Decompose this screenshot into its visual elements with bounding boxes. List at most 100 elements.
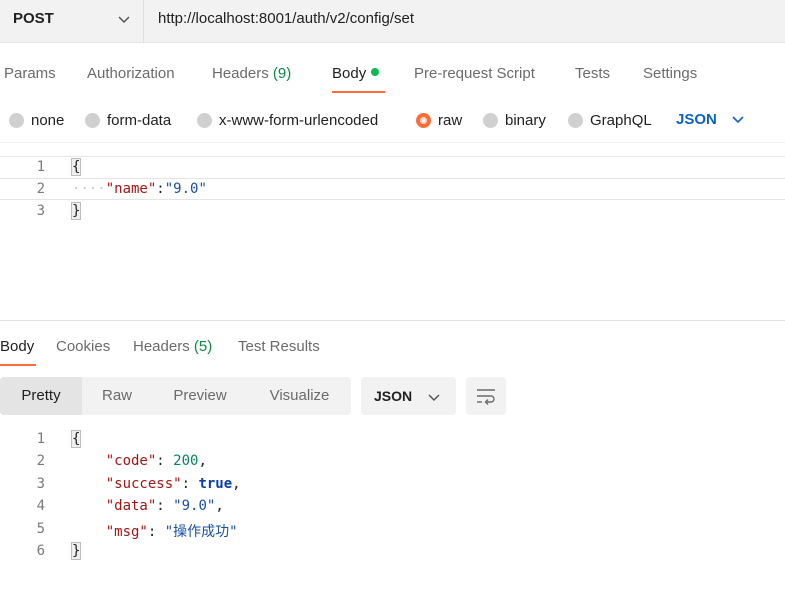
open-brace: { xyxy=(70,430,82,448)
tab-pre-request-script[interactable]: Pre-request Script xyxy=(414,65,535,82)
json-value: "9.0" xyxy=(173,498,216,514)
code-line: 5 "msg": "操作成功" xyxy=(0,519,785,541)
tab-label: Body xyxy=(0,338,35,355)
tab-label: Body xyxy=(332,65,367,82)
method-label: POST xyxy=(13,10,54,27)
tab-label: Test Results xyxy=(238,338,320,355)
raw-language-select[interactable]: JSON xyxy=(676,109,744,129)
active-tab-indicator xyxy=(0,364,36,366)
request-body-editor[interactable]: 1 { 2 ····"name":"9.0" 3 } xyxy=(0,156,785,320)
resp-tab-test-results[interactable]: Test Results xyxy=(238,338,320,355)
chevron-down-icon xyxy=(428,394,440,402)
code-line: 3 } xyxy=(0,201,785,223)
json-key: "success" xyxy=(105,476,182,492)
radio-label: form-data xyxy=(107,111,172,129)
code-line-current: 2 ····"name":"9.0" xyxy=(0,178,785,200)
colon: : xyxy=(156,181,165,197)
url-bar: POST http://localhost:8001/auth/v2/confi… xyxy=(0,0,785,43)
line-number: 2 xyxy=(36,181,45,197)
radio-label: x-www-form-urlencoded xyxy=(219,111,379,129)
tab-label: Headers xyxy=(212,65,269,82)
response-view-toggle: Pretty Raw Preview Visualize xyxy=(0,377,351,415)
radio-label: binary xyxy=(505,111,546,129)
code-line: 3 "success": true, xyxy=(0,474,785,496)
resp-tab-body[interactable]: Body xyxy=(0,338,34,355)
radio-label: none xyxy=(31,111,65,129)
json-key: "name" xyxy=(105,181,157,197)
radio-icon xyxy=(568,112,583,128)
json-key: "data" xyxy=(105,498,157,514)
whitespace-marker: ···· xyxy=(72,181,106,197)
tab-tests[interactable]: Tests xyxy=(575,65,610,82)
radio-selected-icon xyxy=(416,112,431,128)
json-value: "操作成功" xyxy=(164,524,238,540)
chevron-down-icon xyxy=(732,116,744,124)
code-line: 6 } xyxy=(0,541,785,563)
request-tabs: Params Authorization Headers (9) Body Pr… xyxy=(0,43,785,95)
tab-settings[interactable]: Settings xyxy=(643,65,697,82)
view-preview-button[interactable]: Preview xyxy=(152,377,248,415)
open-brace: { xyxy=(70,158,82,176)
resp-tab-headers[interactable]: Headers (5) xyxy=(133,338,212,355)
raw-language-label: JSON xyxy=(676,110,717,128)
line-number: 1 xyxy=(36,159,45,175)
radio-label: raw xyxy=(438,111,463,129)
chevron-down-icon xyxy=(118,16,130,24)
line-number: 6 xyxy=(36,543,45,559)
active-tab-indicator xyxy=(332,91,385,93)
headers-count: (5) xyxy=(193,338,213,355)
radio-icon xyxy=(197,112,212,128)
wrap-lines-button[interactable] xyxy=(466,377,506,415)
tab-label: Authorization xyxy=(87,65,175,82)
radio-label: GraphQL xyxy=(590,111,652,129)
json-value: "9.0" xyxy=(164,181,207,197)
line-number: 4 xyxy=(36,498,45,514)
tab-authorization[interactable]: Authorization xyxy=(87,65,175,82)
response-format-select[interactable]: JSON xyxy=(361,377,456,415)
tab-label: Pre-request Script xyxy=(414,65,535,82)
tab-params[interactable]: Params xyxy=(4,65,56,82)
method-select[interactable]: POST xyxy=(0,0,144,43)
view-pretty-button[interactable]: Pretty xyxy=(0,377,82,415)
view-visualize-button[interactable]: Visualize xyxy=(248,377,351,415)
resp-tab-cookies[interactable]: Cookies xyxy=(56,338,110,355)
line-number: 2 xyxy=(36,453,45,469)
tab-label: Headers xyxy=(133,338,190,355)
radio-icon xyxy=(483,112,498,128)
tab-label: Tests xyxy=(575,65,611,82)
close-brace: } xyxy=(70,202,82,220)
wrap-lines-icon xyxy=(477,389,495,405)
code-line: 1 { xyxy=(0,429,785,451)
radio-binary[interactable]: binary xyxy=(483,110,546,130)
line-number: 3 xyxy=(36,203,45,219)
view-raw-button[interactable]: Raw xyxy=(82,377,152,415)
json-key: "msg" xyxy=(105,524,148,540)
radio-form-data[interactable]: form-data xyxy=(85,110,171,130)
code-line: 2 "code": 200, xyxy=(0,451,785,473)
line-number: 3 xyxy=(36,476,45,492)
line-number: 5 xyxy=(36,521,45,537)
json-value: 200 xyxy=(173,453,199,469)
body-status-dot xyxy=(371,68,380,76)
radio-x-www-form-urlencoded[interactable]: x-www-form-urlencoded xyxy=(197,110,378,130)
radio-icon xyxy=(9,112,24,128)
radio-raw[interactable]: raw xyxy=(416,110,462,130)
tab-label: Cookies xyxy=(56,338,111,355)
radio-none[interactable]: none xyxy=(9,110,64,130)
json-key: "code" xyxy=(105,453,157,469)
url-input[interactable]: http://localhost:8001/auth/v2/config/set xyxy=(158,10,414,27)
code-line: 4 "data": "9.0", xyxy=(0,496,785,518)
close-brace: } xyxy=(70,542,82,560)
json-value: true xyxy=(198,476,233,492)
radio-icon xyxy=(85,112,100,128)
pane-divider[interactable] xyxy=(0,320,785,321)
tab-body[interactable]: Body xyxy=(332,65,380,82)
line-number: 1 xyxy=(36,431,45,447)
radio-graphql[interactable]: GraphQL xyxy=(568,110,652,130)
body-type-selector: none form-data x-www-form-urlencoded raw… xyxy=(0,97,785,143)
code-line: 1 { xyxy=(0,157,785,179)
tab-label: Params xyxy=(4,65,56,82)
response-format-label: JSON xyxy=(374,388,413,404)
tab-label: Settings xyxy=(643,65,698,82)
tab-headers[interactable]: Headers (9) xyxy=(212,65,291,82)
